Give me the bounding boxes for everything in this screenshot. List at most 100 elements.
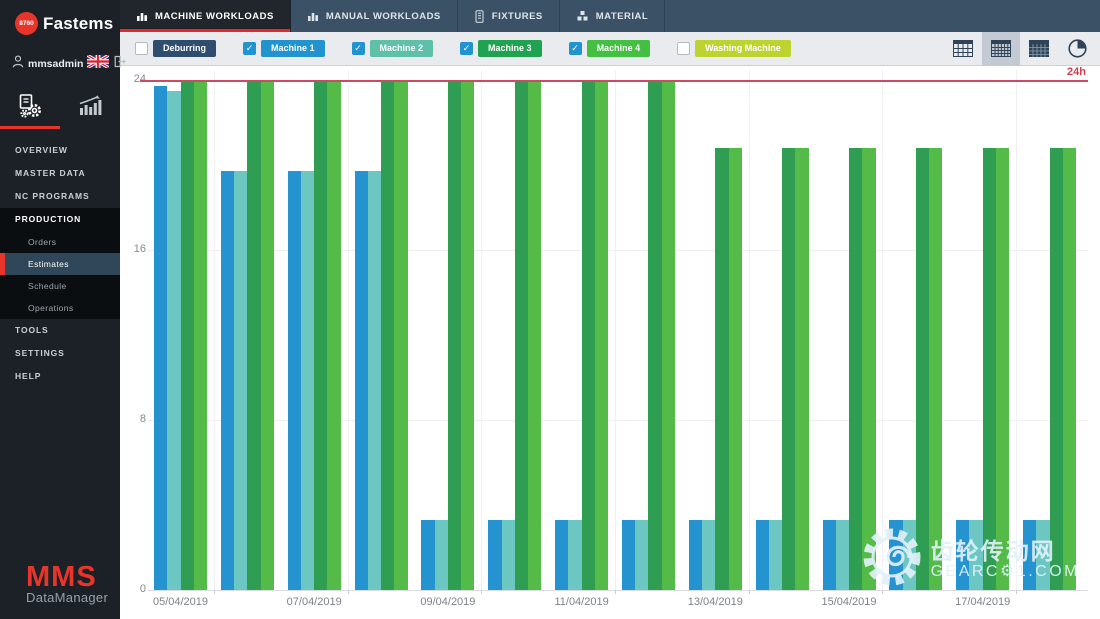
bar-machine-2-12-04-2019[interactable] <box>635 520 648 590</box>
sidebar-item-nc-programs[interactable]: NC PROGRAMS <box>0 185 120 208</box>
bar-machine-1-09-04-2019[interactable] <box>421 520 434 590</box>
bar-machine-2-06-04-2019[interactable] <box>234 171 247 590</box>
bar-machine-4-11-04-2019[interactable] <box>595 80 608 590</box>
tab-material[interactable]: MATERIAL <box>560 0 665 32</box>
chip-machine-3[interactable]: Machine 3 <box>478 40 542 57</box>
bar-machine-1-17-04-2019[interactable] <box>956 520 969 590</box>
bar-machine-2-05-04-2019[interactable] <box>167 91 180 590</box>
chip-washing-machine[interactable]: Washing Machine <box>695 40 791 57</box>
tab-machine-workloads[interactable]: MACHINE WORKLOADS <box>120 0 291 32</box>
checkbox-machine-2[interactable]: ✓ <box>352 42 365 55</box>
bar-machine-4-12-04-2019[interactable] <box>662 80 675 590</box>
sidebar-item-schedule[interactable]: Schedule <box>0 275 120 297</box>
checkbox-washing-machine[interactable] <box>677 42 690 55</box>
bar-machine-1-13-04-2019[interactable] <box>689 520 702 590</box>
bar-machine-3-16-04-2019[interactable] <box>916 148 929 590</box>
chip-machine-2[interactable]: Machine 2 <box>370 40 434 57</box>
bar-machine-3-14-04-2019[interactable] <box>782 148 795 590</box>
bar-machine-2-16-04-2019[interactable] <box>903 520 916 590</box>
sidebar-item-master-data[interactable]: MASTER DATA <box>0 162 120 185</box>
bar-machine-3-05-04-2019[interactable] <box>181 80 194 590</box>
bar-machine-3-07-04-2019[interactable] <box>314 80 327 590</box>
chip-machine-4[interactable]: Machine 4 <box>587 40 651 57</box>
bar-machine-3-06-04-2019[interactable] <box>247 80 260 590</box>
bar-machine-3-17-04-2019[interactable] <box>983 148 996 590</box>
view-button-calendar-compact-icon[interactable] <box>944 32 982 66</box>
bar-machine-4-06-04-2019[interactable] <box>261 80 274 590</box>
bar-machine-1-07-04-2019[interactable] <box>288 171 301 590</box>
bar-machine-3-10-04-2019[interactable] <box>515 80 528 590</box>
bar-machine-3-11-04-2019[interactable] <box>582 80 595 590</box>
checkbox-machine-1[interactable]: ✓ <box>243 42 256 55</box>
bar-machine-1-10-04-2019[interactable] <box>488 520 501 590</box>
sidebar-item-overview[interactable]: OVERVIEW <box>0 139 120 162</box>
bar-machine-3-12-04-2019[interactable] <box>648 80 661 590</box>
filter-deburring: Deburring <box>135 40 216 57</box>
tab-fixtures[interactable]: FIXTURES <box>458 0 560 32</box>
bar-machine-4-05-04-2019[interactable] <box>194 80 207 590</box>
bar-machine-1-12-04-2019[interactable] <box>622 520 635 590</box>
bar-machine-4-07-04-2019[interactable] <box>327 80 340 590</box>
x-axis-tick <box>615 590 616 594</box>
bar-machine-2-09-04-2019[interactable] <box>435 520 448 590</box>
bar-machine-4-10-04-2019[interactable] <box>528 80 541 590</box>
bar-machine-4-09-04-2019[interactable] <box>461 80 474 590</box>
view-button-calendar-dense-icon[interactable] <box>1020 32 1058 66</box>
bar-machine-2-15-04-2019[interactable] <box>836 520 849 590</box>
chip-deburring[interactable]: Deburring <box>153 40 216 57</box>
bar-machine-2-08-04-2019[interactable] <box>368 171 381 590</box>
bar-machine-1-11-04-2019[interactable] <box>555 520 568 590</box>
bar-machine-2-07-04-2019[interactable] <box>301 171 314 590</box>
bar-machine-1-05-04-2019[interactable] <box>154 86 167 590</box>
tab-manual-workloads[interactable]: MANUAL WORKLOADS <box>291 0 458 32</box>
checkbox-deburring[interactable] <box>135 42 148 55</box>
checkbox-machine-3[interactable]: ✓ <box>460 42 473 55</box>
x-axis-date-label: 15/04/2019 <box>821 596 876 608</box>
workload-tab-bar: MACHINE WORKLOADSMANUAL WORKLOADSFIXTURE… <box>120 0 1100 32</box>
checkbox-machine-4[interactable]: ✓ <box>569 42 582 55</box>
bar-machine-4-17-04-2019[interactable] <box>996 148 1009 590</box>
bar-machine-4-15-04-2019[interactable] <box>862 148 875 590</box>
view-button-calendar-medium-icon[interactable] <box>982 32 1020 66</box>
bar-machine-3-09-04-2019[interactable] <box>448 80 461 590</box>
logout-icon[interactable] <box>113 55 127 73</box>
bar-machine-3-15-04-2019[interactable] <box>849 148 862 590</box>
bar-machine-2-13-04-2019[interactable] <box>702 520 715 590</box>
x-axis-date-label: 17/04/2019 <box>955 596 1010 608</box>
sidebar-item-tools[interactable]: TOOLS <box>0 319 120 342</box>
bar-machine-4-08-04-2019[interactable] <box>394 80 407 590</box>
bar-machine-2-17-04-2019[interactable] <box>969 520 982 590</box>
production-gears-icon[interactable] <box>0 89 60 123</box>
bar-machine-1-15-04-2019[interactable] <box>823 520 836 590</box>
sidebar-item-help[interactable]: HELP <box>0 365 120 388</box>
bar-machine-2-18-04-2019[interactable] <box>1036 520 1049 590</box>
sidebar-item-operations[interactable]: Operations <box>0 297 120 319</box>
bar-machine-3-08-04-2019[interactable] <box>381 80 394 590</box>
bar-machine-3-18-04-2019[interactable] <box>1050 148 1063 590</box>
bar-machine-1-14-04-2019[interactable] <box>756 520 769 590</box>
sidebar-item-production[interactable]: PRODUCTION <box>0 208 120 231</box>
v-gridline <box>1016 70 1017 590</box>
bar-machine-4-16-04-2019[interactable] <box>929 148 942 590</box>
sidebar-item-orders[interactable]: Orders <box>0 231 120 253</box>
bar-machine-2-14-04-2019[interactable] <box>769 520 782 590</box>
reports-chart-icon[interactable] <box>60 89 120 123</box>
view-button-pie-chart-icon[interactable] <box>1058 32 1096 66</box>
sidebar-item-estimates[interactable]: Estimates <box>0 253 120 275</box>
sidebar-menu: OVERVIEWMASTER DATANC PROGRAMSPRODUCTION… <box>0 139 120 388</box>
bar-machine-1-18-04-2019[interactable] <box>1023 520 1036 590</box>
bar-machine-1-16-04-2019[interactable] <box>889 520 902 590</box>
bar-machine-4-14-04-2019[interactable] <box>795 148 808 590</box>
view-switcher <box>944 32 1096 66</box>
bar-machine-2-11-04-2019[interactable] <box>568 520 581 590</box>
bar-machine-2-10-04-2019[interactable] <box>502 520 515 590</box>
language-flag-uk-icon[interactable] <box>87 55 109 73</box>
bar-machine-4-13-04-2019[interactable] <box>729 148 742 590</box>
bar-machine-3-13-04-2019[interactable] <box>715 148 728 590</box>
chip-machine-1[interactable]: Machine 1 <box>261 40 325 57</box>
bar-machine-4-18-04-2019[interactable] <box>1063 148 1076 590</box>
sidebar-item-settings[interactable]: SETTINGS <box>0 342 120 365</box>
bar-machine-1-08-04-2019[interactable] <box>355 171 368 590</box>
bar-machine-1-06-04-2019[interactable] <box>221 171 234 590</box>
datamanager-logo-text: DataManager <box>26 590 108 605</box>
